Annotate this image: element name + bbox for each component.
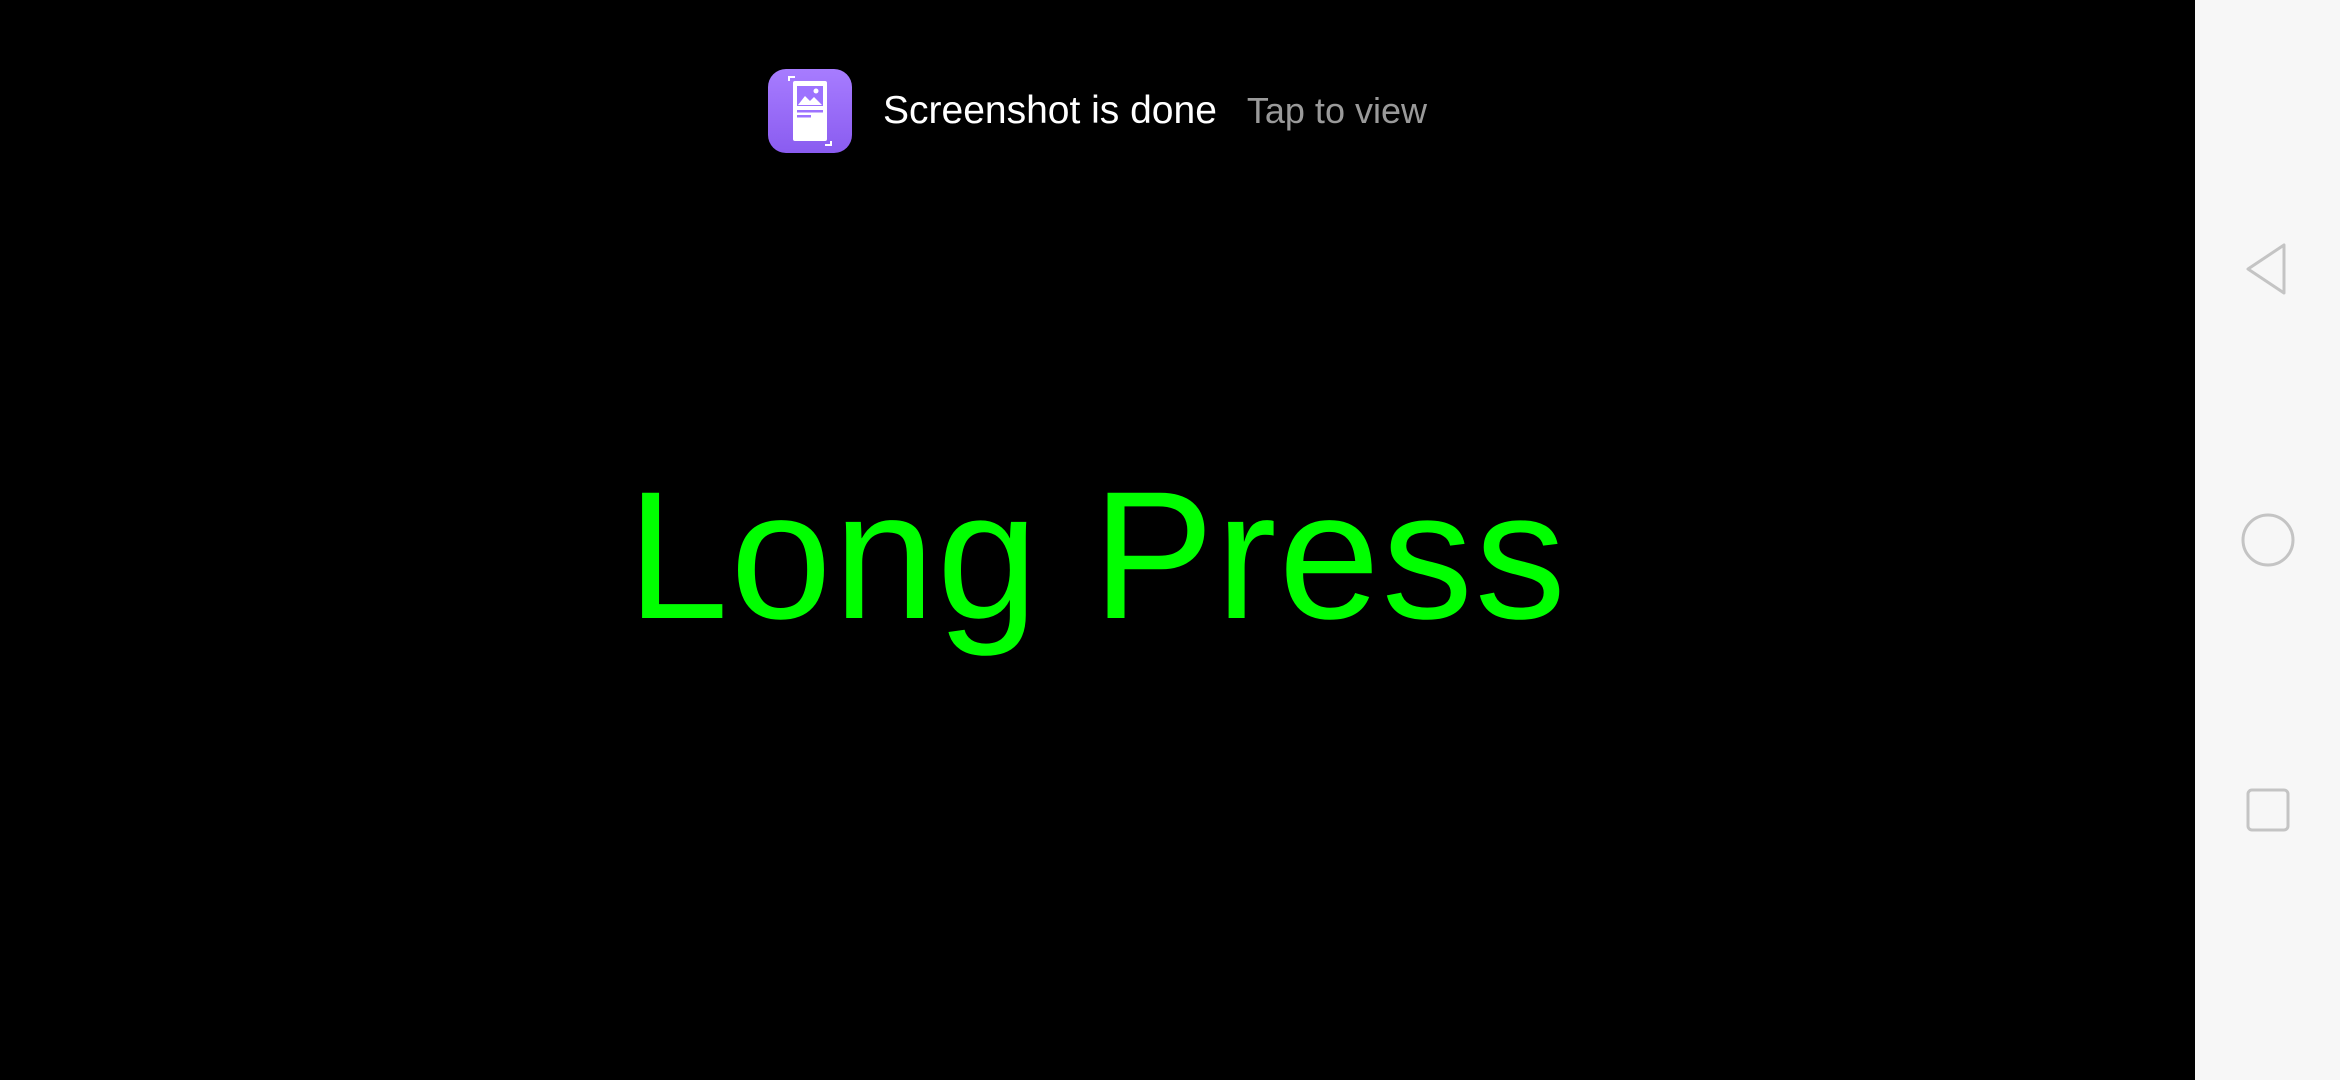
toast-title: Screenshot is done (883, 89, 1217, 132)
back-icon (2246, 243, 2285, 295)
home-icon (2241, 513, 2294, 567)
app-area[interactable]: Screenshot is done Tap to view Long Pres… (0, 0, 2195, 1080)
long-press-label[interactable]: Long Press (0, 455, 2195, 655)
screen: Screenshot is done Tap to view Long Pres… (0, 0, 2340, 1080)
back-button[interactable] (2195, 214, 2340, 324)
tap-to-view-link[interactable]: Tap to view (1247, 90, 1427, 132)
recents-icon (2246, 788, 2289, 832)
screenshot-toast[interactable]: Screenshot is done Tap to view (768, 68, 1427, 154)
recents-button[interactable] (2195, 755, 2340, 865)
navigation-bar (2195, 0, 2340, 1080)
home-button[interactable] (2195, 485, 2340, 595)
screenshot-icon[interactable] (768, 69, 852, 153)
